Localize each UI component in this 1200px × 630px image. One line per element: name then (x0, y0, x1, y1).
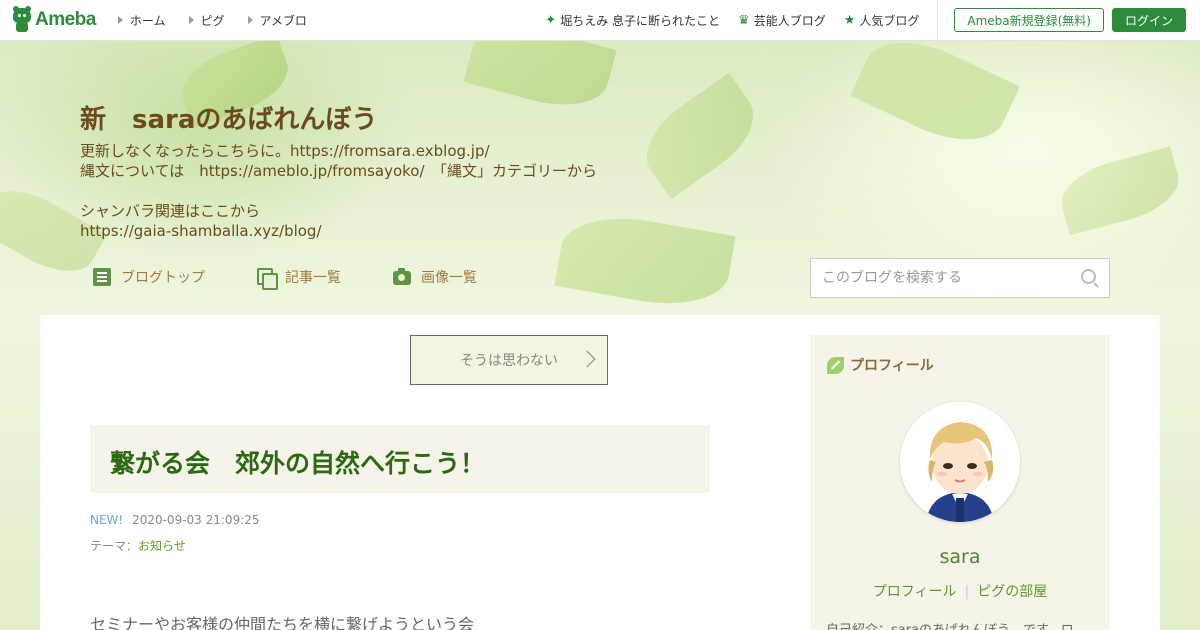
blog-search (810, 258, 1110, 298)
avatar[interactable] (900, 402, 1020, 522)
avatar-illustration (900, 402, 1020, 522)
entry-theme-label: テーマ： (90, 539, 139, 553)
profile-link[interactable]: プロフィール (873, 584, 957, 600)
profile-link-separator: | (964, 584, 970, 600)
blog-description-line (80, 181, 597, 201)
register-button[interactable]: Ameba新規登録(無料) (954, 8, 1104, 32)
ameba-logo-text: Ameba (35, 9, 96, 30)
trending-topic-label: 堀ちえみ 息子に断られたこと (560, 13, 721, 28)
background-leaf (1054, 146, 1186, 236)
global-nav-label: アメブロ (259, 13, 307, 28)
entry-datetime: 2020-09-03 21:09:25 (132, 513, 260, 527)
blog-description-line: シャンバラ関連はここから (80, 202, 261, 220)
profile-sidebar: プロフィール sara プロフィール | ピグの部屋 (810, 335, 1110, 630)
global-header: Ameba ホーム ピグ アメブロ ✦ 堀ちえみ 息子に断られたこと ♛ 芸能人… (0, 0, 1200, 41)
entry-body-text: セミナーやお客様の仲間たちを横に繋げようという会 (90, 615, 475, 630)
blog-nav-entries[interactable]: 記事一覧 (257, 267, 341, 290)
trending-topic-link[interactable]: ✦ 堀ちえみ 息子に断られたこと (545, 12, 720, 29)
blog-description-line: 縄文については https://ameblo.jp/fromsayoko/ 「縄… (80, 162, 598, 180)
main-content: そうは思わない 繋がる会 郊外の自然へ行こう！ NEW! 2020-09-03 … (40, 315, 1160, 630)
entry-title[interactable]: 繋がる会 郊外の自然へ行こう！ (110, 444, 485, 480)
blog-nav-label: ブログトップ (121, 270, 205, 286)
ameba-mascot-icon (12, 6, 32, 32)
global-header-right: ✦ 堀ちえみ 息子に断られたこと ♛ 芸能人ブログ ★ 人気ブログ Ameba新… (545, 0, 1200, 41)
chevron-right-icon (578, 350, 596, 368)
global-nav: ホーム ピグ アメブロ (117, 12, 330, 29)
profile-links: プロフィール | ピグの部屋 (810, 581, 1110, 601)
profile-heading-label: プロフィール (850, 358, 934, 374)
reaction-theme-label: そうは思わない (460, 353, 558, 369)
popular-blog-link[interactable]: ★ 人気ブログ (844, 12, 920, 29)
global-nav-ameblo[interactable]: アメブロ (247, 12, 307, 29)
profile-heading: プロフィール (827, 355, 934, 375)
entry-meta: NEW! 2020-09-03 21:09:25 (90, 513, 260, 527)
search-icon[interactable] (1069, 259, 1109, 297)
triangle-right-icon (117, 16, 123, 24)
sparkle-icon: ✦ (545, 12, 557, 28)
celebrity-blog-link[interactable]: ♛ 芸能人ブログ (738, 12, 826, 29)
profile-name[interactable]: sara (810, 546, 1110, 568)
global-nav-label: ホーム (129, 13, 166, 28)
reaction-theme-button[interactable]: そうは思わない (410, 335, 608, 385)
blog-nav-images[interactable]: 画像一覧 (393, 267, 477, 287)
camera-icon (393, 268, 411, 285)
celebrity-blog-label: 芸能人ブログ (753, 13, 826, 28)
background-leaf (463, 41, 617, 118)
header-divider (937, 0, 939, 41)
global-nav-label: ピグ (200, 13, 225, 28)
blog-nav-label: 画像一覧 (421, 270, 477, 286)
copy-list-icon (257, 268, 278, 290)
blog-nav: ブログトップ 記事一覧 画像一覧 (93, 267, 529, 290)
background-leaf (850, 41, 1020, 159)
global-nav-home[interactable]: ホーム (117, 12, 166, 29)
ameba-logo[interactable]: Ameba (12, 0, 96, 41)
entry-theme: テーマ：お知らせ (90, 537, 186, 554)
blog-nav-top[interactable]: ブログトップ (93, 267, 205, 287)
profile-intro: 自己紹介：saraのあばれんぼう です。ロ (826, 619, 1074, 630)
pigg-room-link[interactable]: ピグの部屋 (977, 584, 1047, 600)
background-leaf (630, 72, 770, 200)
new-badge: NEW! (90, 513, 124, 527)
popular-blog-label: 人気ブログ (859, 13, 920, 28)
blog-description-line: https://gaia-shamballa.xyz/blog/ (80, 222, 322, 240)
blog-nav-label: 記事一覧 (285, 270, 341, 286)
blog-description-line: 更新しなくなったらこちらに。https://fromsara.exblog.jp… (80, 142, 490, 160)
crown-icon: ♛ (738, 12, 750, 28)
blog-title[interactable]: 新 saraのあばれんぼう (80, 99, 377, 136)
triangle-right-icon (188, 16, 194, 24)
star-icon: ★ (843, 12, 856, 28)
document-icon (93, 268, 111, 286)
entry-theme-link[interactable]: お知らせ (138, 539, 186, 553)
blog-description: 更新しなくなったらこちらに。https://fromsara.exblog.jp… (80, 141, 597, 241)
triangle-right-icon (247, 16, 253, 24)
blog-header: 新 saraのあばれんぼう 更新しなくなったらこちらに。https://from… (0, 41, 1200, 630)
login-button[interactable]: ログイン (1112, 8, 1186, 32)
global-nav-pigg[interactable]: ピグ (188, 12, 225, 29)
blog-search-input[interactable] (811, 259, 1069, 297)
leaf-icon (827, 356, 844, 374)
entry-title-box: 繋がる会 郊外の自然へ行こう！ (90, 425, 710, 493)
